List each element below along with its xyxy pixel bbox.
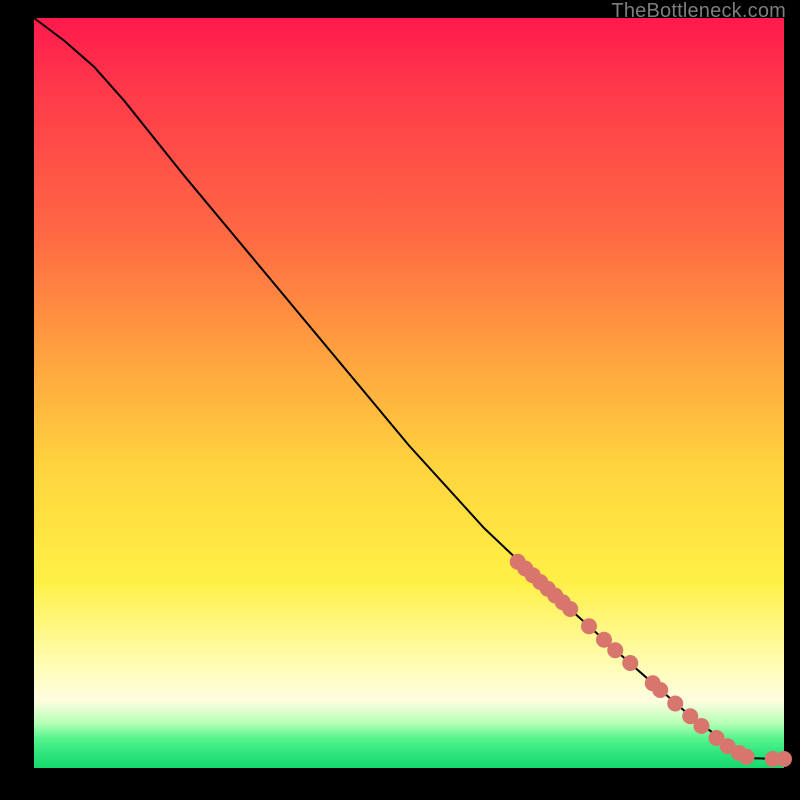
data-marker [667, 696, 683, 712]
data-marker [562, 601, 578, 617]
chart-svg [34, 18, 784, 768]
data-marker [607, 642, 623, 658]
data-marker [694, 718, 710, 734]
data-marker [776, 751, 792, 767]
data-marker [652, 682, 668, 698]
marker-layer [510, 554, 792, 767]
bottleneck-curve [34, 18, 784, 759]
data-marker [739, 749, 755, 765]
plot-area [34, 18, 784, 768]
data-marker [581, 618, 597, 634]
chart-stage: TheBottleneck.com [0, 0, 800, 800]
data-marker [622, 655, 638, 671]
watermark-text: TheBottleneck.com [611, 0, 786, 23]
